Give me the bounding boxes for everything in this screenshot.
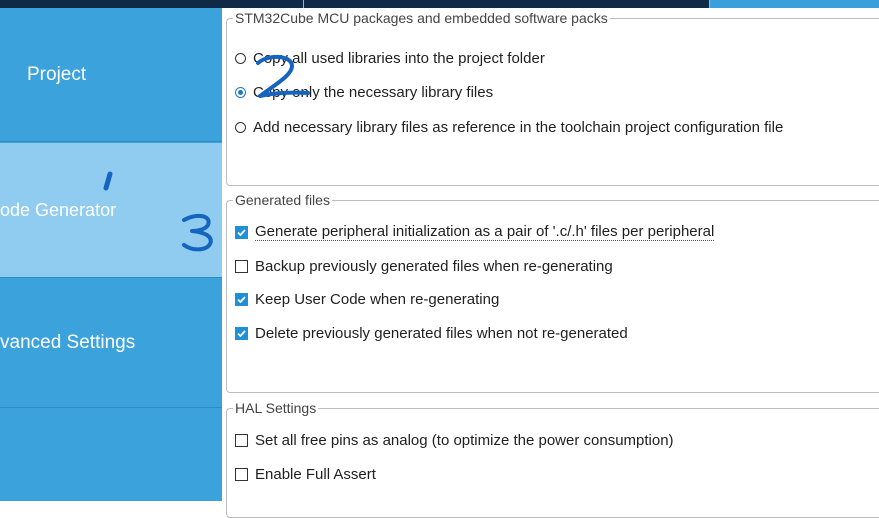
radio-button[interactable] [235, 87, 246, 98]
copy-necessary-files-option[interactable]: Copy only the necessary library files [235, 84, 493, 101]
copy-all-libraries-option[interactable]: Copy all used libraries into the project… [235, 50, 545, 67]
packages-group-legend: STM32Cube MCU packages and embedded soft… [233, 10, 610, 26]
top-tab-1[interactable] [0, 0, 302, 8]
check-icon [237, 296, 246, 304]
hal-settings-group-legend: HAL Settings [233, 400, 319, 416]
sidebar-item-code-generator[interactable]: ode Generator [0, 143, 222, 278]
radio-button[interactable] [235, 122, 246, 133]
checkbox[interactable] [235, 293, 248, 306]
delete-generated-files-checkbox[interactable]: Delete previously generated files when n… [235, 325, 628, 342]
free-pins-analog-checkbox[interactable]: Set all free pins as analog (to optimize… [235, 432, 674, 449]
hal-settings-group: HAL Settings Set all free pins as analog… [226, 400, 879, 518]
checkbox[interactable] [235, 434, 248, 447]
option-label: Copy all used libraries into the project… [253, 50, 545, 67]
enable-full-assert-checkbox[interactable]: Enable Full Assert [235, 466, 376, 483]
sidebar-item-project[interactable]: Project [0, 8, 222, 142]
generated-files-group-legend: Generated files [233, 192, 332, 208]
packages-group: STM32Cube MCU packages and embedded soft… [226, 10, 879, 186]
checkbox[interactable] [235, 468, 248, 481]
option-label: Add necessary library files as reference… [253, 119, 784, 136]
sidebar-item-label: vanced Settings [0, 331, 136, 353]
sidebar-item-label: Project [27, 63, 87, 85]
generate-peripheral-init-checkbox[interactable]: Generate peripheral initialization as a … [235, 223, 715, 241]
option-label: Backup previously generated files when r… [255, 258, 613, 275]
add-as-reference-option[interactable]: Add necessary library files as reference… [235, 119, 783, 136]
code-generator-panel: STM32Cube MCU packages and embedded soft… [222, 8, 879, 518]
generated-files-group: Generated files Generate peripheral init… [226, 192, 879, 393]
option-label: Copy only the necessary library files [253, 84, 494, 101]
radio-button[interactable] [235, 53, 246, 64]
top-tab-2[interactable] [303, 0, 709, 8]
top-tab-3[interactable] [709, 0, 879, 8]
option-label: Set all free pins as analog (to optimize… [255, 432, 674, 449]
checkbox[interactable] [235, 260, 248, 273]
checkbox[interactable] [235, 327, 248, 340]
sidebar: Project ode Generator vanced Settings [0, 8, 222, 501]
option-label: Generate peripheral initialization as a … [255, 223, 715, 241]
sidebar-item-advanced-settings[interactable]: vanced Settings [0, 278, 222, 408]
option-label: Enable Full Assert [255, 466, 376, 483]
checkbox[interactable] [235, 225, 248, 239]
sidebar-item-label: ode Generator [0, 199, 117, 220]
option-label: Delete previously generated files when n… [255, 325, 628, 342]
sidebar-item-empty[interactable] [0, 409, 222, 501]
option-label: Keep User Code when re-generating [255, 291, 500, 308]
check-icon [237, 228, 246, 236]
top-tab-strip [0, 0, 879, 8]
keep-user-code-checkbox[interactable]: Keep User Code when re-generating [235, 291, 499, 308]
check-icon [237, 330, 246, 338]
backup-generated-files-checkbox[interactable]: Backup previously generated files when r… [235, 258, 613, 275]
